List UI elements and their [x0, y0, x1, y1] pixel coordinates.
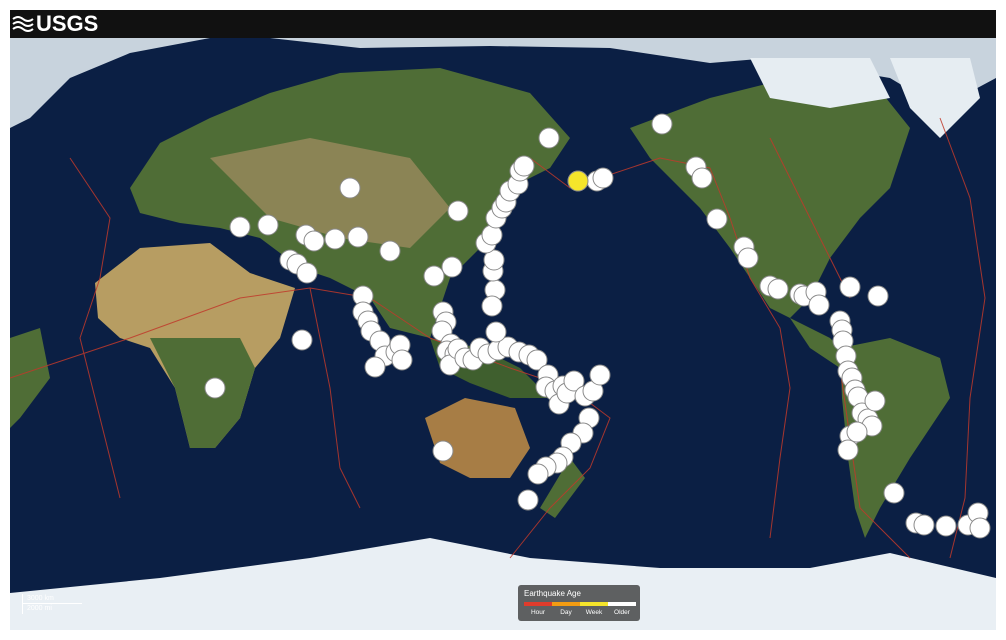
legend-color-bar — [524, 602, 636, 606]
legend-label-day: Day — [560, 609, 572, 616]
earthquake-marker[interactable] — [592, 167, 614, 189]
legend-swatch-week — [580, 602, 608, 606]
usgs-logo-text: USGS — [36, 11, 99, 36]
world-map[interactable] — [10, 38, 996, 630]
earthquake-marker[interactable] — [867, 285, 889, 307]
earthquake-marker[interactable] — [706, 208, 728, 230]
earthquake-marker[interactable] — [839, 276, 861, 298]
earthquake-marker[interactable] — [513, 155, 535, 177]
legend-labels: Hour Day Week Older — [524, 609, 636, 616]
earthquake-age-legend: Earthquake Age Hour Day Week Older — [518, 585, 640, 621]
scale-mi-label: 2000 mi — [27, 605, 52, 612]
earthquake-marker[interactable] — [737, 247, 759, 269]
legend-title: Earthquake Age — [524, 589, 581, 598]
earthquake-marker[interactable] — [481, 295, 503, 317]
earthquake-marker[interactable] — [391, 349, 413, 371]
legend-swatch-hour — [524, 602, 552, 606]
earthquake-marker[interactable] — [883, 482, 905, 504]
legend-label-week: Week — [585, 609, 603, 616]
earthquake-marker[interactable] — [864, 390, 886, 412]
earthquake-marker[interactable] — [846, 421, 868, 443]
earthquake-marker[interactable] — [589, 364, 611, 386]
earthquake-marker[interactable] — [432, 440, 454, 462]
earthquake-marker[interactable] — [767, 278, 789, 300]
earthquake-marker[interactable] — [517, 489, 539, 511]
earthquake-marker[interactable] — [441, 256, 463, 278]
scale-km-label: 3000 km — [27, 595, 54, 602]
legend-label-hour: Hour — [530, 609, 546, 616]
earthquake-marker[interactable] — [339, 177, 361, 199]
earthquake-marker[interactable] — [447, 200, 469, 222]
earthquake-marker[interactable] — [364, 356, 386, 378]
usgs-header: USGS — [10, 10, 996, 38]
legend-swatch-day — [552, 602, 580, 606]
earthquake-marker[interactable] — [935, 515, 957, 537]
scale-tick — [22, 594, 23, 614]
earthquake-marker[interactable] — [837, 439, 859, 461]
earthquake-marker[interactable] — [347, 226, 369, 248]
earthquake-marker[interactable] — [296, 262, 318, 284]
earthquake-marker[interactable] — [291, 329, 313, 351]
earthquake-marker[interactable] — [324, 228, 346, 250]
usgs-logo[interactable]: USGS — [12, 13, 98, 35]
earthquake-marker[interactable] — [303, 230, 325, 252]
earthquake-marker[interactable] — [538, 127, 560, 149]
earthquake-marker[interactable] — [527, 463, 549, 485]
usgs-wave-icon — [12, 13, 34, 35]
earthquake-marker[interactable] — [257, 214, 279, 236]
legend-label-older: Older — [614, 609, 630, 616]
earthquake-marker[interactable] — [651, 113, 673, 135]
earthquake-marker[interactable] — [913, 514, 935, 536]
earthquake-marker[interactable] — [969, 517, 991, 539]
earthquake-marker[interactable] — [229, 216, 251, 238]
earthquake-marker[interactable] — [204, 377, 226, 399]
earthquake-marker[interactable] — [691, 167, 713, 189]
earthquake-marker[interactable] — [423, 265, 445, 287]
legend-swatch-older — [608, 602, 636, 606]
earthquake-marker-recent[interactable] — [567, 170, 589, 192]
scale-bar — [22, 603, 82, 604]
earthquake-marker[interactable] — [808, 294, 830, 316]
earthquake-marker[interactable] — [379, 240, 401, 262]
earthquake-marker[interactable] — [485, 321, 507, 343]
map-scale: 3000 km 2000 mi — [22, 594, 82, 614]
